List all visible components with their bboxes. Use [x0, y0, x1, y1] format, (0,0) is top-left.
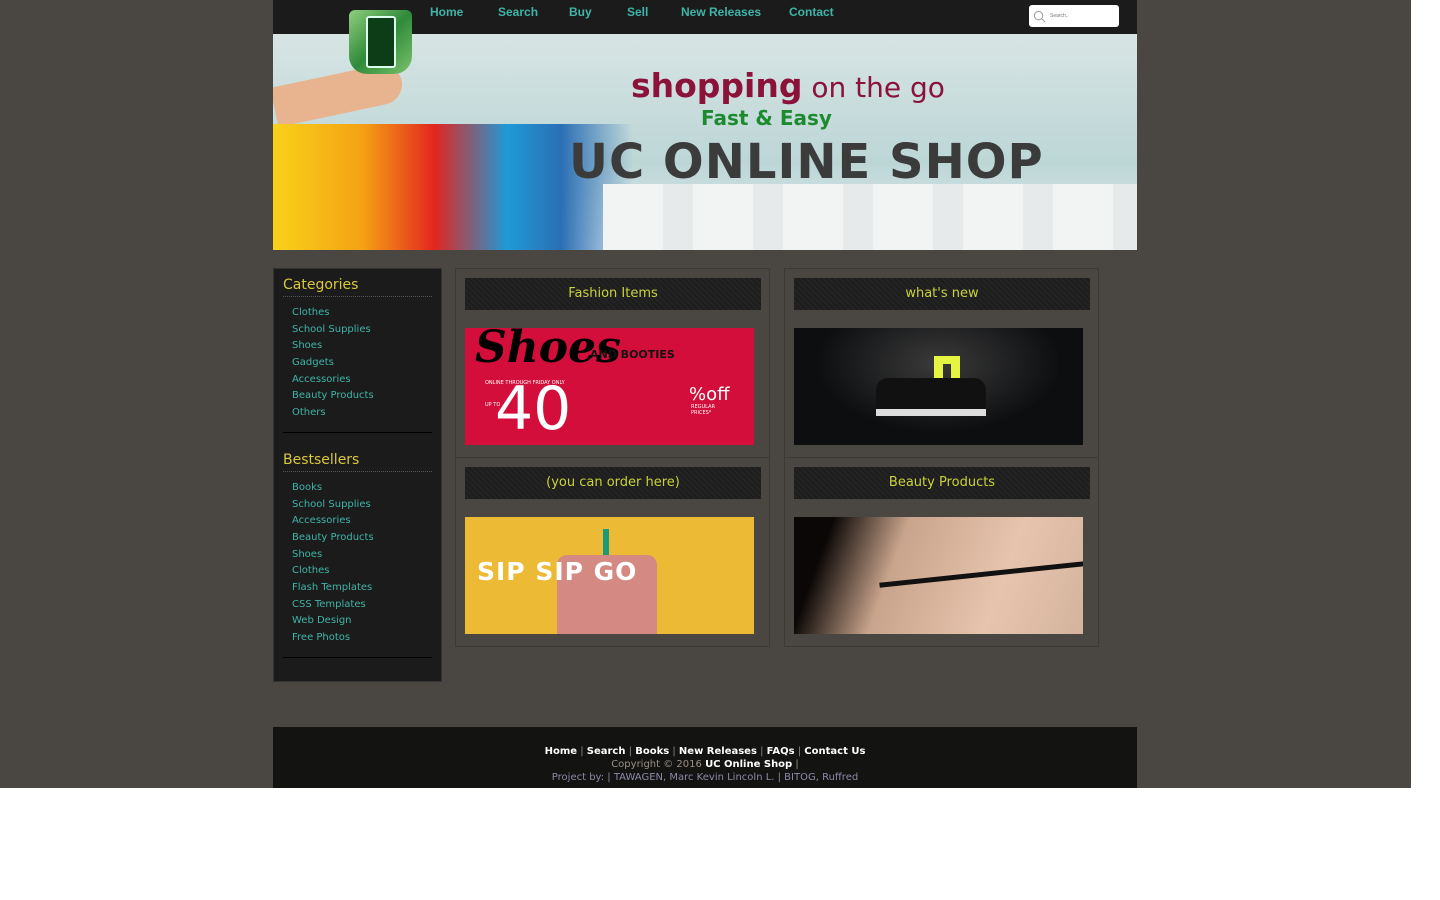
separator: |: [795, 759, 799, 770]
bestseller-link-beauty-products[interactable]: Beauty Products: [283, 530, 432, 547]
footer-link-contact-us[interactable]: Contact Us: [804, 746, 865, 757]
sneaker-image[interactable]: [794, 328, 1083, 445]
tagline-main: shopping: [631, 66, 803, 105]
bestseller-link-school-supplies[interactable]: School Supplies: [283, 497, 432, 514]
category-link-others[interactable]: Others: [283, 405, 432, 422]
divider: [283, 656, 432, 658]
panel-fashion-items: Fashion Items Shoes AND BOOTIES ONLINE T…: [455, 268, 770, 458]
sidebar: Categories Clothes School Supplies Shoes Ga…: [273, 268, 442, 682]
category-link-gadgets[interactable]: Gadgets: [283, 355, 432, 372]
bestsellers-heading: Bestsellers: [283, 450, 432, 472]
img-text: SIP SIP GO: [477, 557, 638, 586]
panel-beauty-products: Beauty Products: [784, 457, 1099, 647]
img-sub-text: AND BOOTIES: [590, 348, 675, 361]
img-off: %off: [689, 384, 730, 405]
bestsellers-list: Books School Supplies Accessories Beauty Pr…: [283, 480, 432, 647]
project-credits: Project by: | TAWAGEN, Marc Kevin Lincol…: [551, 772, 859, 783]
panel-title: Fashion Items: [465, 278, 761, 310]
search-box[interactable]: [1029, 5, 1119, 27]
footer-link-search[interactable]: Search: [587, 746, 626, 757]
city-skyline-image: [603, 184, 1137, 250]
nav-search[interactable]: Search: [498, 5, 538, 19]
castle-emblem-icon: [365, 16, 396, 68]
tagline-rest: on the go: [802, 71, 945, 104]
footer-link-faqs[interactable]: FAQs: [767, 746, 795, 757]
banner-title: UC ONLINE SHOP: [569, 134, 1044, 190]
mascara-image[interactable]: [794, 517, 1083, 634]
panel-order-here: (you can order here) SIP SIP GO: [455, 457, 770, 647]
bestseller-link-flash-templates[interactable]: Flash Templates: [283, 580, 432, 597]
bestseller-link-css-templates[interactable]: CSS Templates: [283, 597, 432, 614]
banner-subtitle: Fast & Easy: [701, 106, 832, 130]
bestseller-link-web-design[interactable]: Web Design: [283, 613, 432, 630]
panel-title: Beauty Products: [794, 467, 1090, 499]
nav-new-releases[interactable]: New Releases: [681, 5, 761, 19]
bestseller-link-shoes[interactable]: Shoes: [283, 547, 432, 564]
nav-contact[interactable]: Contact: [789, 5, 834, 19]
category-link-clothes[interactable]: Clothes: [283, 305, 432, 322]
category-link-accessories[interactable]: Accessories: [283, 372, 432, 389]
copyright-text: Copyright © 2016: [611, 759, 702, 770]
separator: |: [669, 746, 679, 757]
site-logo[interactable]: [349, 10, 412, 74]
bestseller-link-clothes[interactable]: Clothes: [283, 563, 432, 580]
shop-name: UC Online Shop: [705, 759, 793, 770]
footer: Home | Search | Books | New Releases | F…: [273, 727, 1137, 788]
nav-buy[interactable]: Buy: [569, 5, 592, 19]
shoes-sale-image[interactable]: Shoes AND BOOTIES ONLINE THROUGH FRIDAY …: [465, 328, 754, 445]
copyright: Copyright © 2016 UC Online Shop |: [273, 759, 1137, 770]
img-percent-number: 40: [495, 374, 572, 444]
bestseller-link-accessories[interactable]: Accessories: [283, 513, 432, 530]
bestseller-link-books[interactable]: Books: [283, 480, 432, 497]
footer-link-books[interactable]: Books: [635, 746, 669, 757]
footer-link-home[interactable]: Home: [545, 746, 577, 757]
bestseller-link-free-photos[interactable]: Free Photos: [283, 630, 432, 647]
separator: |: [577, 746, 587, 757]
separator: |: [794, 746, 805, 757]
category-link-shoes[interactable]: Shoes: [283, 338, 432, 355]
footer-links: Home | Search | Books | New Releases | F…: [273, 746, 1137, 757]
separator: |: [756, 746, 767, 757]
category-link-school-supplies[interactable]: School Supplies: [283, 322, 432, 339]
search-input[interactable]: [1050, 13, 1110, 19]
footer-link-new-releases[interactable]: New Releases: [679, 746, 757, 757]
banner-tagline: shopping on the go: [631, 66, 945, 105]
panel-title: what's new: [794, 278, 1090, 310]
img-regular: REGULAR PRICES*: [691, 404, 715, 416]
panel-whats-new: what's new: [784, 268, 1099, 458]
search-icon: [1033, 10, 1046, 22]
categories-list: Clothes School Supplies Shoes Gadgets Access…: [283, 305, 432, 422]
divider: [283, 431, 432, 433]
separator: |: [625, 746, 636, 757]
nav-sell[interactable]: Sell: [627, 5, 648, 19]
categories-heading: Categories: [283, 275, 432, 297]
category-link-beauty-products[interactable]: Beauty Products: [283, 388, 432, 405]
drink-promo-image[interactable]: SIP SIP GO: [465, 517, 754, 634]
nav-home[interactable]: Home: [430, 5, 463, 19]
panel-title: (you can order here): [465, 467, 761, 499]
